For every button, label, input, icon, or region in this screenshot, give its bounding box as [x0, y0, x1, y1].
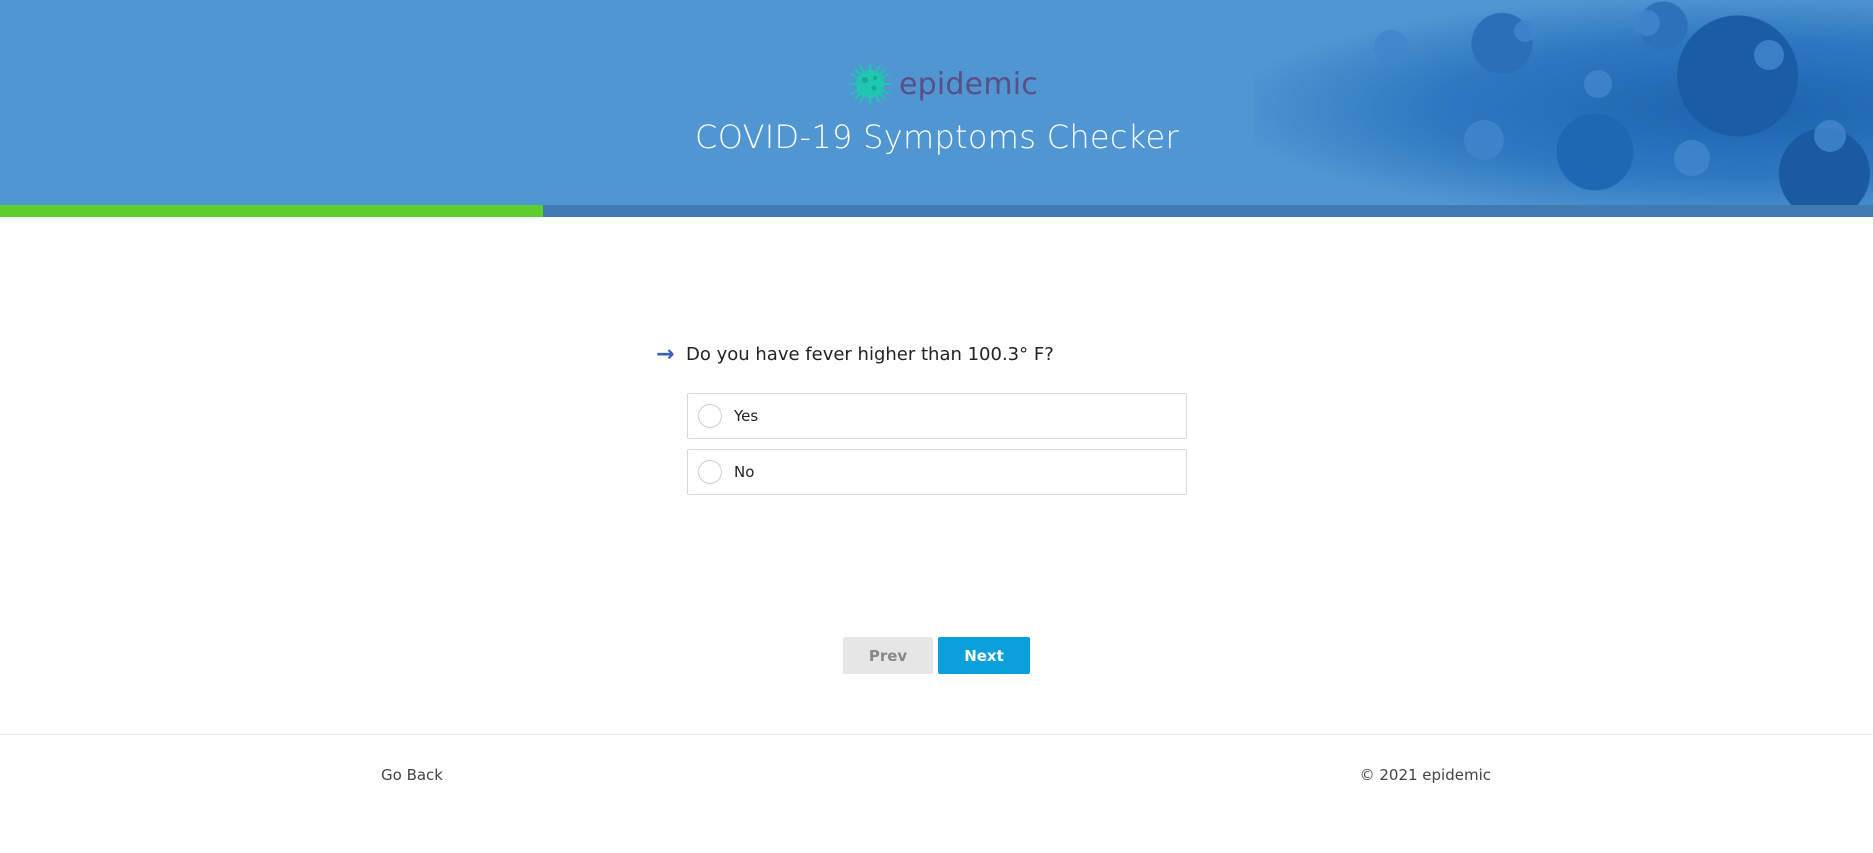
- option-no[interactable]: No: [687, 449, 1187, 495]
- question: → Do you have fever higher than 100.3° F…: [656, 342, 1054, 367]
- question-text: Do you have fever higher than 100.3° F?: [686, 344, 1054, 365]
- progress-bar: [0, 205, 1874, 217]
- footer-divider: [0, 734, 1874, 735]
- option-label: No: [734, 463, 755, 481]
- arrow-right-icon: →: [656, 342, 675, 367]
- brand-name: epidemic: [899, 66, 1038, 102]
- prev-button[interactable]: Prev: [843, 637, 933, 674]
- option-yes[interactable]: Yes: [687, 393, 1187, 439]
- progress-bar-fill: [0, 205, 544, 217]
- brand-logo[interactable]: epidemic: [847, 60, 1038, 108]
- next-button[interactable]: Next: [938, 637, 1030, 674]
- virus-icon: [849, 63, 891, 105]
- radio-button[interactable]: [698, 404, 722, 428]
- go-back-link[interactable]: Go Back: [381, 766, 443, 784]
- page-title: COVID-19 Symptoms Checker: [695, 118, 1179, 156]
- option-label: Yes: [734, 407, 759, 425]
- copyright-text: © 2021 epidemic: [1359, 766, 1491, 784]
- page-header: epidemic COVID-19 Symptoms Checker: [0, 0, 1874, 217]
- virus-background-image: [1254, 0, 1874, 217]
- radio-button[interactable]: [698, 460, 722, 484]
